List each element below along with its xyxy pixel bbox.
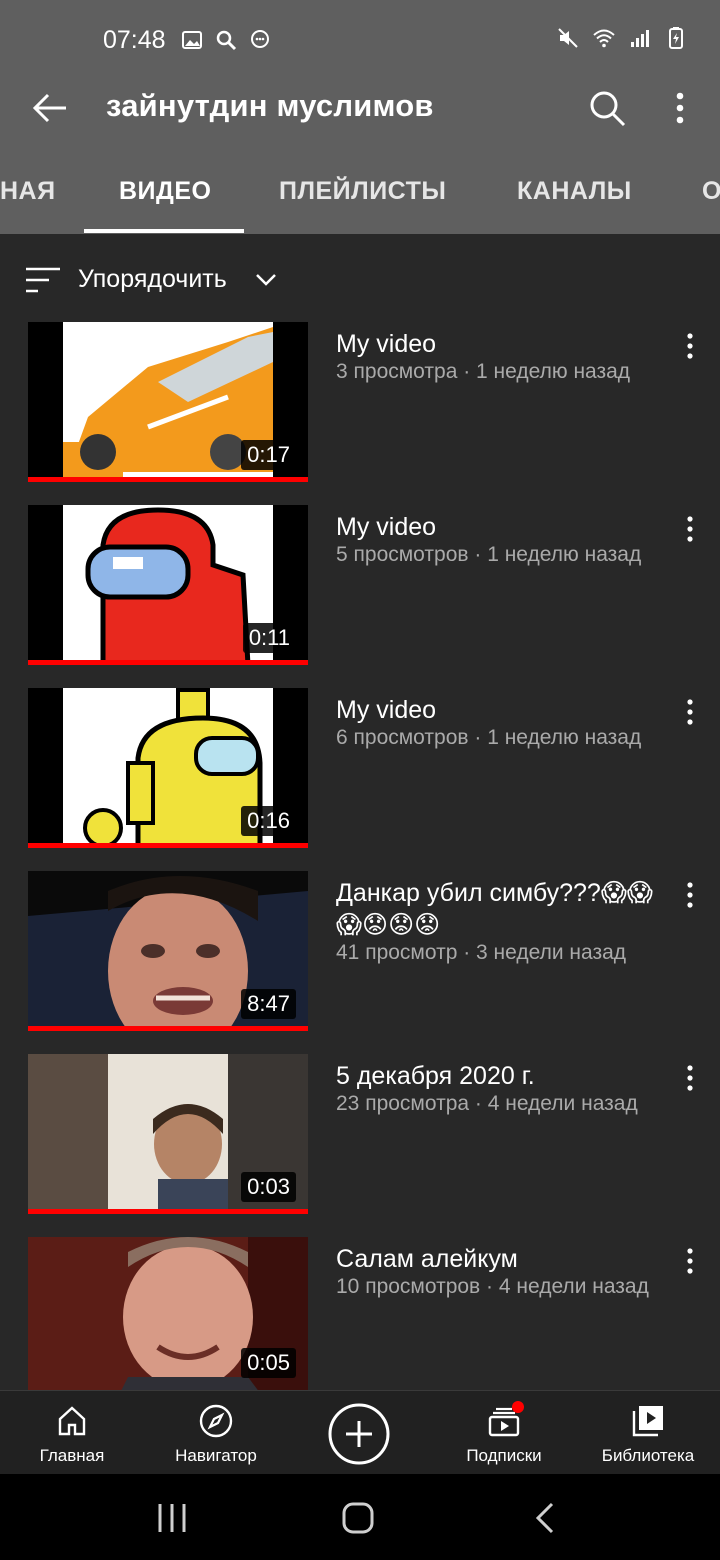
video-title[interactable]: Данкар убил симбу???😱😱😱😟😟😟 bbox=[336, 877, 666, 941]
watch-progress-bar bbox=[28, 660, 308, 665]
video-thumbnail[interactable]: 0:17 bbox=[28, 322, 308, 482]
mute-icon bbox=[558, 28, 578, 48]
video-duration: 0:11 bbox=[242, 623, 296, 653]
watch-progress-bar bbox=[28, 843, 308, 848]
signal-icon bbox=[631, 30, 649, 47]
active-tab-indicator bbox=[84, 229, 244, 233]
video-thumbnail[interactable]: 8:47 bbox=[28, 871, 308, 1031]
nav-home[interactable]: Главная bbox=[0, 1391, 144, 1475]
video-duration: 0:03 bbox=[241, 1172, 296, 1202]
video-meta: 10 просмотров · 4 недели назад bbox=[336, 1275, 649, 1298]
notification-dot bbox=[512, 1401, 524, 1413]
channel-tabs: НАЯ ВИДЕО ПЛЕЙЛИСТЫ КАНАЛЫ О bbox=[0, 150, 720, 234]
library-icon bbox=[632, 1406, 663, 1437]
nav-explore-label: Навигатор bbox=[175, 1446, 257, 1465]
recents-icon[interactable] bbox=[152, 1498, 192, 1538]
video-meta: 41 просмотр · 3 недели назад bbox=[336, 941, 627, 964]
status-right-icons bbox=[556, 26, 688, 50]
video-duration: 0:16 bbox=[241, 806, 296, 836]
video-item[interactable]: 0:16 My video 6 просмотров · 1 неделю на… bbox=[0, 688, 720, 871]
nav-library[interactable]: Библиотека bbox=[576, 1391, 720, 1475]
video-meta: 6 просмотров · 1 неделю назад bbox=[336, 726, 642, 749]
video-item[interactable]: 8:47 Данкар убил симбу???😱😱😱😟😟😟 41 просм… bbox=[0, 871, 720, 1054]
compass-icon bbox=[199, 1404, 233, 1438]
more-vert-icon[interactable] bbox=[676, 330, 704, 362]
more-vert-icon[interactable] bbox=[676, 513, 704, 545]
system-nav-bar bbox=[0, 1474, 720, 1560]
status-left-icons bbox=[180, 28, 272, 52]
sort-bar[interactable]: Упорядочить bbox=[0, 250, 720, 310]
status-bar: 07:48 bbox=[0, 0, 720, 66]
nav-subscriptions[interactable]: Подписки bbox=[432, 1391, 576, 1475]
home-button-icon[interactable] bbox=[338, 1498, 378, 1538]
search-icon bbox=[216, 30, 237, 51]
video-thumbnail[interactable]: 0:05 bbox=[28, 1237, 308, 1390]
video-thumbnail[interactable]: 0:03 bbox=[28, 1054, 308, 1214]
more-vert-icon[interactable] bbox=[676, 696, 704, 728]
tab-home[interactable]: НАЯ bbox=[0, 177, 56, 206]
chat-icon bbox=[251, 30, 269, 48]
tab-about[interactable]: О bbox=[702, 177, 720, 206]
more-vert-icon[interactable] bbox=[676, 879, 704, 911]
video-title[interactable]: My video bbox=[336, 511, 666, 543]
watch-progress-bar bbox=[28, 1026, 308, 1031]
app-bar: зайнутдин муслимов bbox=[0, 66, 720, 150]
sort-icon bbox=[26, 267, 60, 293]
video-thumbnail[interactable]: 0:11 bbox=[28, 505, 308, 665]
search-icon[interactable] bbox=[585, 86, 629, 130]
back-arrow-icon[interactable] bbox=[28, 86, 72, 130]
nav-explore[interactable]: Навигатор bbox=[144, 1391, 288, 1475]
battery-icon bbox=[669, 27, 683, 49]
nav-home-label: Главная bbox=[39, 1446, 105, 1465]
video-title[interactable]: My video bbox=[336, 694, 666, 726]
more-vert-icon[interactable] bbox=[676, 1245, 704, 1277]
video-duration: 8:47 bbox=[241, 989, 296, 1019]
video-duration: 0:17 bbox=[241, 440, 296, 470]
video-item[interactable]: 0:17 My video 3 просмотра · 1 неделю наз… bbox=[0, 322, 720, 505]
video-meta: 5 просмотров · 1 неделю назад bbox=[336, 543, 642, 566]
tab-playlists[interactable]: ПЛЕЙЛИСТЫ bbox=[279, 177, 446, 206]
back-button-icon[interactable] bbox=[526, 1498, 566, 1538]
plus-circle-icon bbox=[328, 1403, 390, 1465]
nav-create[interactable] bbox=[288, 1391, 432, 1475]
watch-progress-bar bbox=[28, 1209, 308, 1214]
status-time: 07:48 bbox=[103, 26, 166, 54]
tab-videos[interactable]: ВИДЕО bbox=[119, 177, 211, 206]
video-title[interactable]: My video bbox=[336, 328, 666, 360]
video-title[interactable]: Салам алейкум bbox=[336, 1243, 666, 1275]
channel-title: зайнутдин муслимов bbox=[106, 88, 434, 123]
watch-progress-bar bbox=[28, 477, 308, 482]
video-item[interactable]: 0:11 My video 5 просмотров · 1 неделю на… bbox=[0, 505, 720, 688]
chevron-down-icon bbox=[256, 274, 276, 286]
more-vert-icon[interactable] bbox=[676, 1062, 704, 1094]
more-vert-icon[interactable] bbox=[658, 86, 702, 130]
video-title[interactable]: 5 декабря 2020 г. bbox=[336, 1060, 666, 1092]
wifi-icon bbox=[593, 29, 615, 48]
gallery-icon bbox=[182, 31, 202, 49]
video-thumbnail[interactable]: 0:16 bbox=[28, 688, 308, 848]
video-duration: 0:05 bbox=[241, 1348, 296, 1378]
home-icon bbox=[58, 1406, 86, 1436]
nav-library-label: Библиотека bbox=[601, 1446, 695, 1465]
nav-subscriptions-label: Подписки bbox=[466, 1446, 542, 1465]
tab-channels[interactable]: КАНАЛЫ bbox=[517, 177, 632, 206]
video-item[interactable]: 0:03 5 декабря 2020 г. 23 просмотра · 4 … bbox=[0, 1054, 720, 1237]
sort-label: Упорядочить bbox=[78, 265, 227, 293]
video-meta: 3 просмотра · 1 неделю назад bbox=[336, 360, 631, 383]
bottom-nav: Главная Навигатор Подписки Библиотека bbox=[0, 1390, 720, 1475]
video-meta: 23 просмотра · 4 недели назад bbox=[336, 1092, 638, 1115]
